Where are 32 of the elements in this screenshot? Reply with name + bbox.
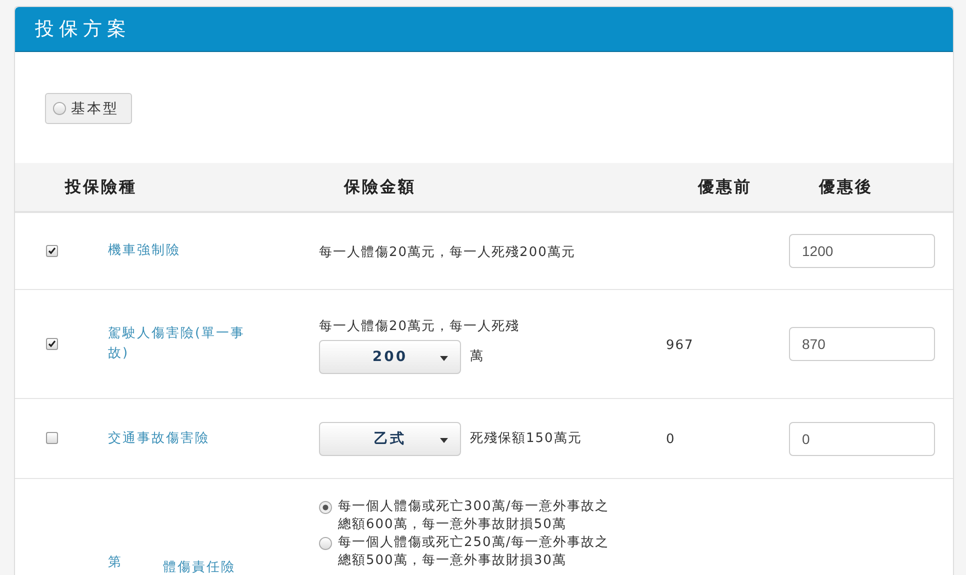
price-text: 0 (666, 432, 676, 447)
price-input[interactable]: 0 (789, 422, 935, 456)
checkbox[interactable] (46, 338, 58, 350)
plan-button[interactable]: 基本型 (45, 93, 132, 124)
amount-dropdown[interactable]: 200 (319, 340, 461, 374)
column-header: 優惠後 (818, 176, 874, 198)
price-input[interactable]: 1200 (789, 234, 935, 268)
caret-icon (440, 438, 448, 442)
plan-dropdown[interactable]: 乙式 (319, 422, 461, 456)
panel-title: 投保方案 (15, 7, 953, 52)
insurance-name[interactable]: 交通事故傷害險 (108, 428, 258, 448)
insurance-name[interactable]: 體傷責任險 (163, 558, 301, 575)
option-label: 每一個人體傷或死亡250萬/每一意外事故之總額500萬，每一意外事故財損30萬 (338, 534, 610, 570)
insurance-name[interactable]: 機車強制險 (108, 241, 258, 261)
column-header: 優惠前 (696, 176, 753, 198)
caret-icon (440, 356, 448, 360)
unit-text: 萬 (470, 348, 484, 366)
checkbox[interactable] (46, 244, 58, 256)
option-label: 每一個人體傷或死亡300萬/每一意外事故之總額600萬，每一意外事故財損50萬 (338, 498, 610, 534)
price-text: 967 (666, 338, 694, 352)
coverage-text: 死殘保額150萬元 (470, 430, 582, 448)
radio-button[interactable] (53, 102, 66, 115)
column-header: 保險金額 (342, 176, 417, 198)
coverage-text: 每一人體傷20萬元，每一人死殘200萬元 (319, 244, 576, 260)
column-header: 投保險種 (64, 176, 138, 198)
radio-button[interactable] (319, 537, 332, 550)
coverage-text: 每一人體傷20萬元，每一人死殘 (319, 318, 520, 334)
radio-button[interactable] (319, 501, 332, 514)
checkbox[interactable] (46, 432, 58, 444)
insurance-name[interactable]: 駕駛人傷害險(單一事故) (108, 324, 258, 364)
price-input[interactable]: 870 (789, 327, 935, 361)
insurance-name[interactable]: 第 (108, 556, 121, 575)
